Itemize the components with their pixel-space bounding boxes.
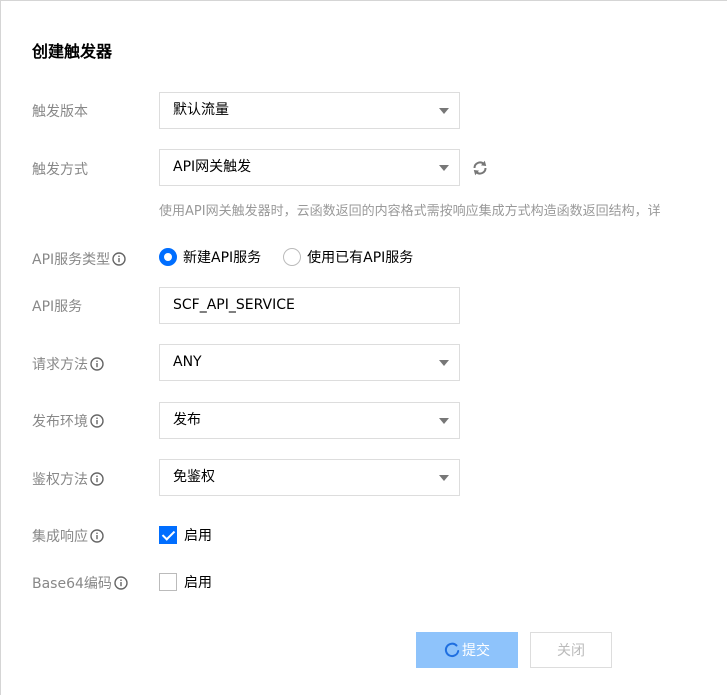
chevron-down-icon [439,418,449,424]
request-method-select[interactable]: ANY [159,344,460,381]
environment-label: 发布环境 [32,411,104,431]
refresh-icon[interactable] [471,159,489,177]
service-type-label-text: API服务类型 [32,252,111,268]
base64-checkbox-row[interactable]: 启用 [159,572,212,592]
info-icon[interactable] [90,472,104,486]
environment-value: 发布 [173,412,201,428]
method-hint: 使用API网关触发器时，云函数返回的内容格式需按响应集成方式构造函数返回结构，详 [159,204,661,219]
create-trigger-dialog: 创建触发器 触发版本 默认流量 触发方式 API网关触发 使用API网关触发器时… [0,0,727,695]
auth-value: 免鉴权 [173,469,215,485]
method-label: 触发方式 [32,159,88,179]
auth-label: 鉴权方法 [32,469,104,489]
close-button[interactable]: 关闭 [530,632,612,668]
method-select[interactable]: API网关触发 [159,149,460,186]
submit-button[interactable]: 提交 [416,632,518,668]
environment-label-text: 发布环境 [32,414,88,430]
request-method-label-text: 请求方法 [32,357,88,373]
radio-existing-service-label: 使用已有API服务 [307,250,414,266]
radio-new-service[interactable]: 新建API服务 [159,247,261,267]
radio-new-service-button[interactable] [159,248,177,266]
auth-select[interactable]: 免鉴权 [159,459,460,496]
radio-existing-service[interactable]: 使用已有API服务 [283,247,413,267]
request-method-label: 请求方法 [32,354,104,374]
service-type-radio-group: 新建API服务 使用已有API服务 [159,247,413,267]
integration-checkbox-row[interactable]: 启用 [159,525,212,545]
base64-label: Base64编码 [32,573,128,593]
environment-select[interactable]: 发布 [159,402,460,439]
info-icon[interactable] [114,576,128,590]
radio-new-service-label: 新建API服务 [183,250,262,266]
info-icon[interactable] [90,357,104,371]
base64-checkbox[interactable] [159,573,177,591]
request-method-value: ANY [173,354,202,370]
service-label-text: API服务 [32,299,83,315]
base64-checkbox-label: 启用 [184,575,212,591]
chevron-down-icon [439,165,449,171]
integration-checkbox[interactable] [159,526,177,544]
auth-label-text: 鉴权方法 [32,472,88,488]
service-input-value: SCF_API_SERVICE [173,297,295,313]
info-icon[interactable] [90,529,104,543]
version-label-text: 触发版本 [32,104,88,120]
chevron-down-icon [439,475,449,481]
chevron-down-icon [439,108,449,114]
version-label: 触发版本 [32,101,88,121]
loading-spinner-icon [444,642,460,658]
chevron-down-icon [439,360,449,366]
version-select[interactable]: 默认流量 [159,92,460,129]
service-label: API服务 [32,296,82,316]
service-input[interactable]: SCF_API_SERVICE [159,287,460,324]
radio-existing-service-button[interactable] [283,248,302,266]
integration-label-text: 集成响应 [32,529,88,545]
method-label-text: 触发方式 [32,162,88,178]
integration-label: 集成响应 [32,526,104,546]
close-button-label: 关闭 [557,643,585,659]
submit-button-label: 提交 [462,643,490,659]
base64-label-text: Base64编码 [32,576,112,592]
info-icon[interactable] [90,414,104,428]
service-type-label: API服务类型 [32,249,126,269]
dialog-title: 创建触发器 [32,42,113,61]
integration-checkbox-label: 启用 [184,528,212,544]
info-icon[interactable] [112,252,126,266]
method-select-value: API网关触发 [173,159,252,175]
version-select-value: 默认流量 [173,102,229,118]
